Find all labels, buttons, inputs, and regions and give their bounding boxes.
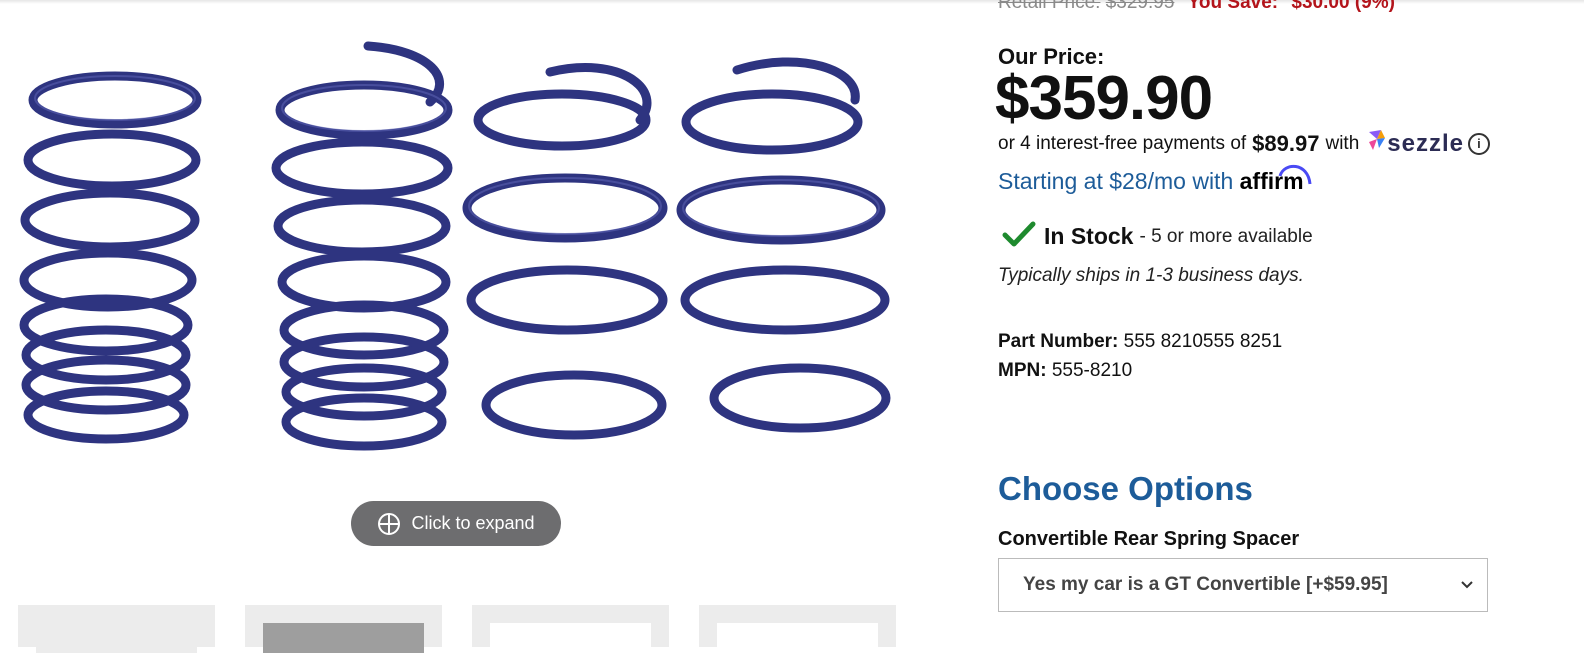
- choose-options-heading: Choose Options: [998, 470, 1253, 507]
- mpn-row: MPN: 555-8210: [998, 360, 1132, 382]
- affirm-financing-link[interactable]: Starting at $28/mo with affirm: [998, 165, 1312, 195]
- part-number-row: Part Number: 555 8210555 8251: [998, 331, 1282, 353]
- sezzle-amount: $89.97: [1252, 130, 1320, 156]
- product-image-springs[interactable]: [0, 30, 915, 480]
- affirm-text: Starting at $28/mo with: [998, 168, 1234, 194]
- you-save-value: $30.00 (9%): [1291, 0, 1395, 13]
- click-to-expand-button[interactable]: Click to expand: [351, 501, 561, 546]
- retail-price-value: $329.95: [1105, 0, 1175, 13]
- sezzle-with: with: [1325, 132, 1360, 154]
- sezzle-installments: or 4 interest-free payments of $89.97 wi…: [998, 128, 1490, 159]
- shipping-estimate: Typically ships in 1-3 business days.: [998, 265, 1304, 286]
- spring-spacer-selected-value: Yes my car is a GT Convertible [+$59.95]: [1023, 574, 1388, 595]
- retail-price-label: Retail Price:: [998, 0, 1101, 13]
- chevron-down-icon: [1459, 577, 1475, 599]
- expand-circle-icon: [377, 512, 401, 536]
- sezzle-logo[interactable]: sezzle: [1365, 128, 1464, 159]
- affirm-arc-icon: [1278, 165, 1312, 185]
- expand-label: Click to expand: [411, 513, 535, 533]
- affirm-logo: affirm: [1240, 165, 1312, 194]
- product-gallery: Click to expand: [0, 0, 915, 653]
- retail-price-row: Retail Price: $329.95 You Save: $30.00 (…: [998, 0, 1395, 14]
- checkmark-icon: [1002, 220, 1036, 253]
- mpn-label: MPN:: [998, 360, 1047, 381]
- you-save-label: You Save:: [1187, 0, 1279, 13]
- stock-status: In Stock - 5 or more available: [1002, 220, 1313, 253]
- part-number-value: 555 8210555 8251: [1123, 331, 1283, 352]
- part-number-label: Part Number:: [998, 331, 1119, 352]
- thumbnail-item[interactable]: [699, 605, 896, 653]
- spring-spacer-select[interactable]: Yes my car is a GT Convertible [+$59.95]: [998, 558, 1488, 612]
- availability-text: - 5 or more available: [1139, 225, 1313, 247]
- our-price-value: $359.90: [995, 64, 1213, 133]
- spring-spacer-label: Convertible Rear Spring Spacer: [998, 528, 1300, 550]
- mpn-value: 555-8210: [1051, 360, 1133, 381]
- thumbnail-strip: [18, 605, 896, 653]
- thumbnail-item[interactable]: [18, 605, 215, 653]
- sezzle-prefix: or 4 interest-free payments of: [998, 132, 1247, 154]
- thumbnail-item[interactable]: [245, 605, 442, 653]
- info-icon[interactable]: i: [1467, 132, 1490, 155]
- in-stock-label: In Stock: [1044, 223, 1134, 249]
- sezzle-logo-icon: [1365, 128, 1387, 159]
- sezzle-brand-text: sezzle: [1387, 129, 1464, 157]
- thumbnail-item[interactable]: [472, 605, 669, 653]
